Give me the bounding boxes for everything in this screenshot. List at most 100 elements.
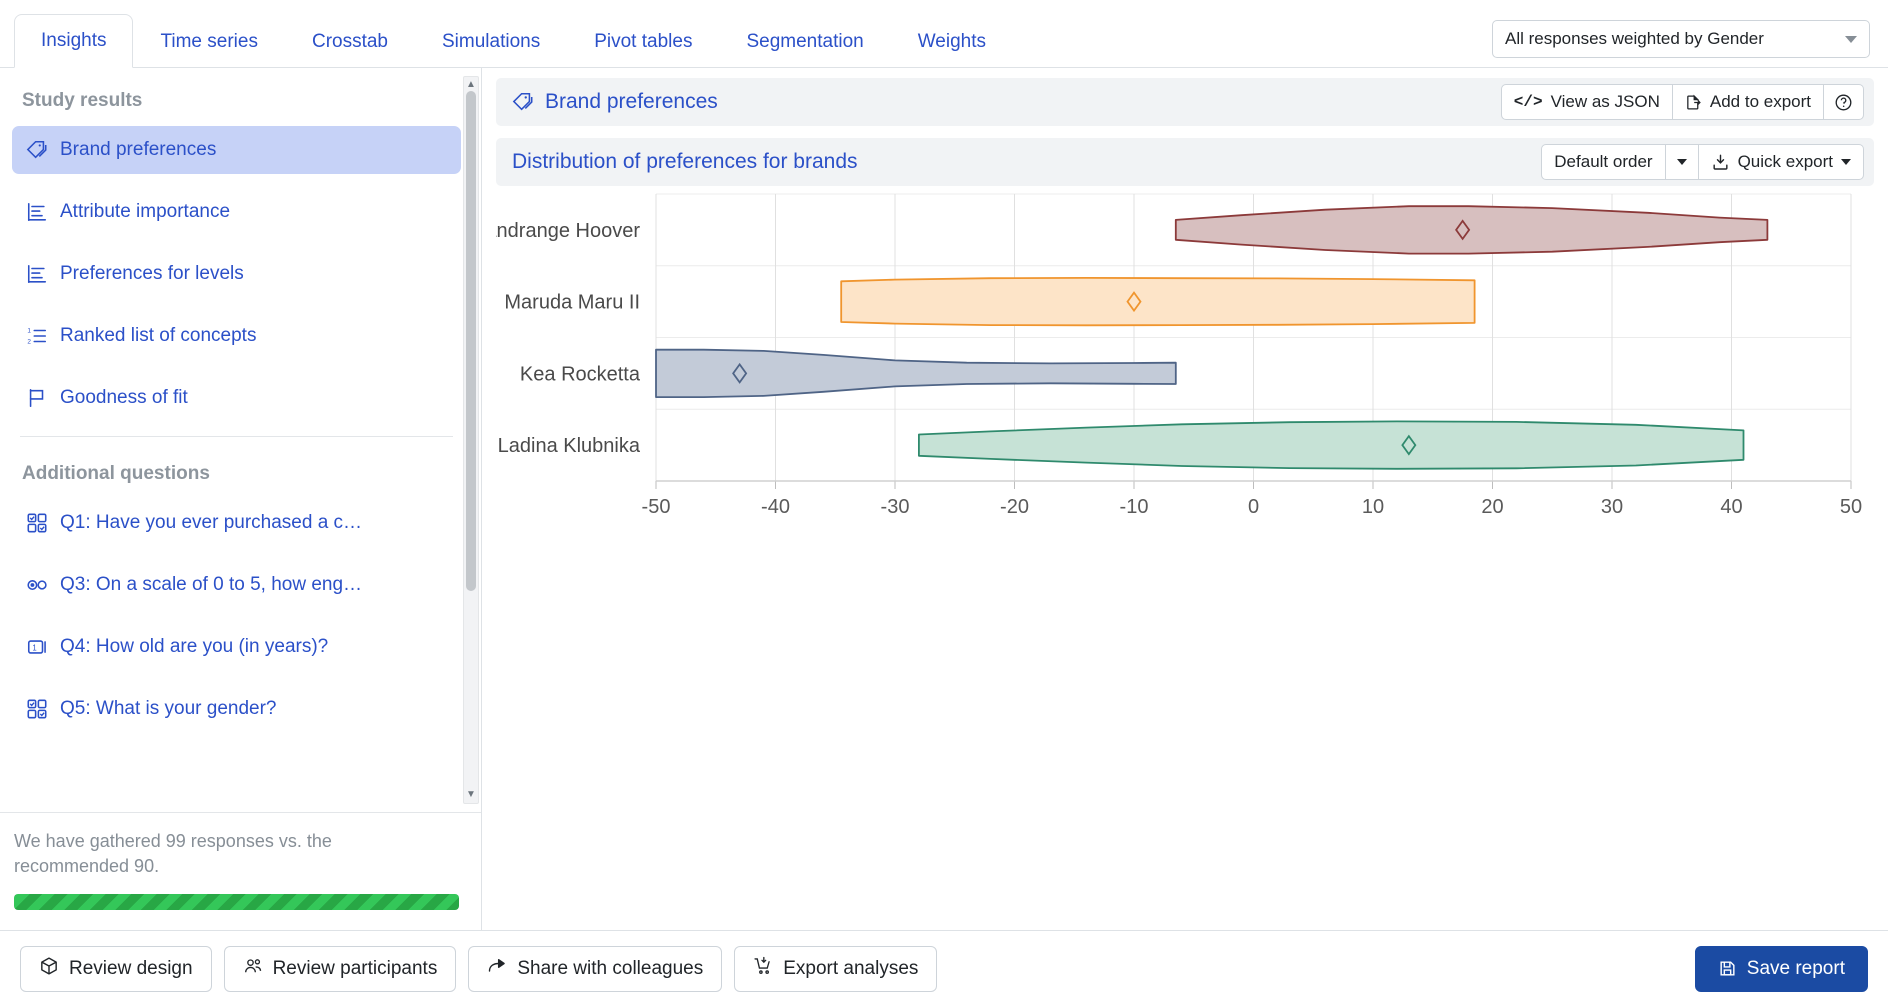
- sidebar-divider: [20, 436, 453, 437]
- violin-kea-rocketta[interactable]: [655, 348, 1177, 398]
- violin-maruda-maru-ii[interactable]: [840, 277, 1476, 327]
- category-label: Landrange Hoover: [496, 220, 640, 242]
- order-select-label: Default order: [1554, 152, 1653, 171]
- add-to-export-label: Add to export: [1709, 92, 1811, 111]
- response-progress-bar: [14, 894, 459, 910]
- nav-item-label: Q5: What is your gender?: [60, 698, 277, 719]
- caret-down-icon: [1676, 159, 1687, 165]
- svg-text:1: 1: [32, 643, 36, 652]
- x-axis-tick-label: 20: [1481, 496, 1503, 518]
- sidebar-item-0[interactable]: Brand preferences: [12, 126, 461, 174]
- nav-item-label: Q3: On a scale of 0 to 5, how eng…: [60, 574, 363, 595]
- tag-icon: [512, 91, 534, 113]
- checkbox-grid-icon: [26, 512, 48, 534]
- nav-item-label: Preferences for levels: [60, 263, 244, 284]
- nav-item-label: Goodness of fit: [60, 387, 188, 408]
- footer-button-label: Review design: [69, 957, 193, 979]
- violin-ladina-klubnika[interactable]: [918, 420, 1745, 470]
- tab-pivot-tables[interactable]: Pivot tables: [567, 14, 719, 68]
- footer-export-analyses-button[interactable]: Export analyses: [734, 945, 938, 992]
- nav-item-label: Attribute importance: [60, 201, 231, 222]
- tab-insights[interactable]: Insights: [14, 14, 134, 68]
- tab-weights[interactable]: Weights: [891, 14, 1013, 68]
- svg-text:2: 2: [27, 338, 31, 345]
- x-axis-tick-label: -20: [1000, 496, 1029, 518]
- checkbox-grid-icon: [26, 698, 48, 720]
- sidebar-question-3[interactable]: Q5: What is your gender?: [12, 685, 461, 733]
- tab-label: Weights: [917, 30, 986, 52]
- category-label: Maruda Maru II: [504, 292, 640, 314]
- tab-label: Pivot tables: [594, 30, 693, 52]
- sidebar-scroll-area: Study results Brand preferences Attribute…: [0, 68, 481, 812]
- panel-title: Brand preferences: [545, 90, 718, 113]
- sidebar-item-3[interactable]: 1 2 Ranked list of concepts: [12, 312, 461, 360]
- tab-label: Time series: [160, 30, 258, 52]
- quick-export-button[interactable]: Quick export: [1698, 144, 1864, 180]
- download-tray-icon: [1711, 153, 1730, 172]
- violin-landrange-hoover[interactable]: [1174, 205, 1769, 255]
- panel-actions: </> View as JSON Add to export: [1500, 84, 1864, 120]
- weight-filter-select[interactable]: All responses weighted by Gender: [1492, 20, 1870, 58]
- chart-actions: Default order Quick export: [1541, 144, 1864, 180]
- x-axis-tick-label: 30: [1601, 496, 1623, 518]
- category-label: Kea Rocketta: [520, 363, 641, 385]
- main-content: Brand preferences </> View as JSON Add t…: [482, 68, 1888, 930]
- scrollbar-thumb[interactable]: [466, 91, 476, 591]
- question-circle-icon: [1834, 93, 1853, 112]
- tab-time-series[interactable]: Time series: [133, 14, 284, 68]
- sidebar-item-1[interactable]: Attribute importance: [12, 188, 461, 236]
- export-file-icon: [1685, 94, 1702, 111]
- tab-crosstab[interactable]: Crosstab: [285, 14, 415, 68]
- footer-button-label: Export analyses: [783, 957, 919, 979]
- response-progress: We have gathered 99 responses vs. the re…: [0, 811, 481, 930]
- view-as-json-label: View as JSON: [1550, 92, 1660, 111]
- footer-review-participants-button[interactable]: Review participants: [223, 945, 457, 992]
- tab-segmentation[interactable]: Segmentation: [719, 14, 890, 68]
- footer-review-design-button[interactable]: Review design: [20, 945, 212, 992]
- radio-icon: [26, 574, 48, 596]
- svg-text:1: 1: [27, 327, 31, 334]
- chart-title: Distribution of preferences for brands: [512, 150, 858, 173]
- panel-title-group: Brand preferences: [512, 90, 718, 114]
- violin-chart[interactable]: -50 -40 -30 -20 -10 0 10 20 30 40 50 Landrange Hoov…: [496, 186, 1866, 606]
- nav-item-label: Ranked list of concepts: [60, 325, 257, 346]
- tab-label: Crosstab: [311, 30, 388, 52]
- weight-filter-value: All responses weighted by Gender: [1505, 29, 1764, 48]
- violin-shape: [1174, 205, 1769, 255]
- tab-simulations[interactable]: Simulations: [415, 14, 567, 68]
- sidebar-question-2[interactable]: 1 Q4: How old are you (in years)?: [12, 623, 461, 671]
- sidebar-item-2[interactable]: Preferences for levels: [12, 250, 461, 298]
- order-select-caret-button[interactable]: [1665, 144, 1699, 180]
- view-as-json-button[interactable]: </> View as JSON: [1500, 84, 1673, 120]
- footer-button-label: Review participants: [272, 957, 438, 979]
- violin-shape: [918, 420, 1745, 470]
- footer-toolbar: Review design Review participants Share wi…: [0, 930, 1888, 1006]
- tab-label: Insights: [41, 30, 107, 51]
- sidebar-scrollbar[interactable]: ▲ ▼: [463, 76, 479, 804]
- sidebar-question-0[interactable]: Q1: Have you ever purchased a c…: [12, 499, 461, 547]
- cart-download-icon: [753, 956, 773, 982]
- x-axis-tick-label: -40: [761, 496, 790, 518]
- x-axis-tick-label: 10: [1362, 496, 1384, 518]
- footer-button-label: Share with colleagues: [517, 957, 704, 979]
- study-results-list: Brand preferences Attribute importance Pre…: [12, 126, 461, 422]
- add-to-export-button[interactable]: Add to export: [1672, 84, 1824, 120]
- help-button[interactable]: [1824, 84, 1864, 120]
- code-icon: </>: [1513, 93, 1543, 111]
- scroll-down-icon[interactable]: ▼: [464, 787, 478, 803]
- save-report-button[interactable]: Save report: [1694, 945, 1868, 992]
- ordered-list-icon: 12: [26, 325, 48, 347]
- chevron-down-icon: [1845, 35, 1857, 43]
- category-label: Ladina Klubnika: [498, 435, 641, 457]
- people-icon: [243, 956, 263, 982]
- tab-list: Insights Time series Crosstab Simulations Pi…: [14, 0, 1013, 68]
- quick-export-label: Quick export: [1737, 152, 1833, 171]
- order-select-button[interactable]: Default order: [1541, 144, 1666, 180]
- x-axis-tick-label: -30: [881, 496, 910, 518]
- panel-header: Brand preferences </> View as JSON Add t…: [496, 78, 1874, 126]
- tab-label: Simulations: [442, 30, 541, 52]
- sidebar-item-4[interactable]: Goodness of fit: [12, 374, 461, 422]
- bar-chart-icon: [26, 201, 48, 223]
- footer-share-with-colleagues-button[interactable]: Share with colleagues: [468, 945, 723, 992]
- sidebar-question-1[interactable]: Q3: On a scale of 0 to 5, how eng…: [12, 561, 461, 609]
